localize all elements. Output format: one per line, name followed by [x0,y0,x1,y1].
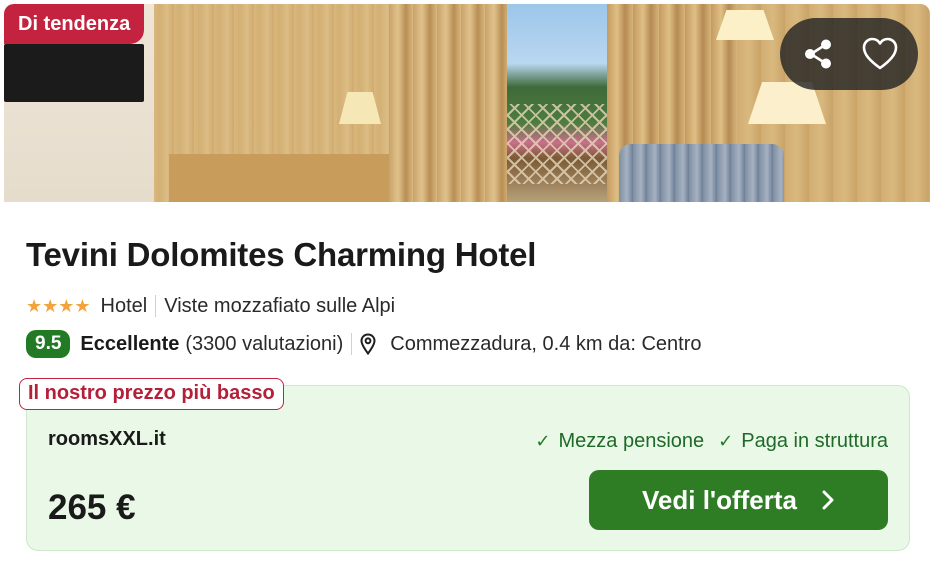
rating-label: Eccellente [80,332,180,355]
check-icon: ✓ [718,431,734,451]
review-score-badge: 9.5 [26,330,71,358]
trending-badge: Di tendenza [4,4,145,44]
photo-sofa [619,144,784,202]
share-button[interactable] [796,32,840,76]
hotel-card[interactable]: Di tendenza Tevini Dolomites Charming Ho… [4,4,930,562]
divider [351,333,353,355]
photo-desk [169,154,399,202]
offer-price: 265 € [48,488,136,527]
photo-actions [780,18,918,90]
location-pin-icon [360,333,376,355]
feature-label: Paga in struttura [741,430,888,452]
feature-item: ✓ Paga in struttura [718,430,888,453]
hotel-type: Hotel [100,294,148,317]
hotel-tagline: Viste mozzafiato sulle Alpi [164,294,396,317]
lowest-price-tag: Il nostro prezzo più basso [19,378,284,410]
feature-item: ✓ Mezza pensione [535,430,704,453]
star-rating-icons: ★★★★ [26,295,91,316]
favorite-button[interactable] [858,32,902,76]
hotel-meta: ★★★★ Hotel Viste mozzafiato sulle Alpi [26,292,395,320]
offer-provider: roomsXXL.it [48,428,166,450]
chevron-right-icon [821,489,835,511]
view-offer-button[interactable]: Vedi l'offerta [589,470,888,530]
hotel-rating-row: 9.5 Eccellente (3300 valutazioni) Commez… [26,329,702,359]
review-count[interactable]: (3300 valutazioni) [185,333,343,356]
hotel-title[interactable]: Tevini Dolomites Charming Hotel [26,236,536,274]
share-icon [805,39,831,69]
heart-icon [862,37,898,70]
divider [155,295,157,317]
feature-label: Mezza pensione [558,430,705,452]
offer-features: ✓ Mezza pensione ✓ Paga in struttura [535,430,888,453]
view-offer-label: Vedi l'offerta [642,484,797,515]
check-icon: ✓ [535,431,551,451]
photo-balcony-lattice [507,104,607,184]
photo-curtain-left [389,4,507,202]
hotel-location[interactable]: Commezzadura, 0.4 km da: Centro [390,333,701,356]
photo-tv [4,44,144,102]
